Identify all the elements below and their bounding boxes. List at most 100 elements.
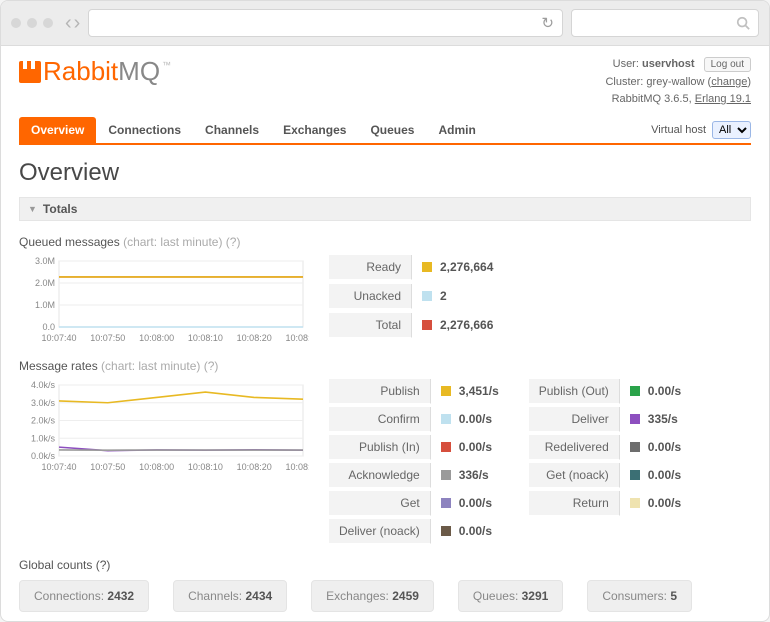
legend-value: 0.00/s [619,491,691,516]
svg-text:0.0: 0.0 [42,322,55,332]
swatch-icon [630,414,640,424]
count-box[interactable]: Consumers: 5 [587,580,692,612]
logo-icon [19,61,41,83]
collapse-icon: ▼ [28,204,37,214]
legend-value: 0.00/s [619,463,691,488]
dot-icon [27,18,37,28]
legend-key: Acknowledge [329,463,430,488]
legend-value: 0.00/s [619,435,691,460]
main-tabs: Overview Connections Channels Exchanges … [19,117,751,145]
user-name: uservhost [642,58,695,70]
cluster-label: Cluster [605,76,640,88]
url-bar[interactable]: ↻ [88,9,563,37]
page-body: RabbitMQ ™ User: uservhost Log out Clust… [1,46,769,621]
vhost-select[interactable]: All [712,121,751,139]
tab-channels[interactable]: Channels [193,117,271,143]
rates-chart: 0.0k/s1.0k/s2.0k/s3.0k/s4.0k/s10:07:4010… [19,379,309,474]
logo[interactable]: RabbitMQ ™ [19,56,171,87]
legend-key: Get (noack) [529,463,619,488]
legend-key: Unacked [329,284,411,309]
legend-key: Publish [329,379,430,404]
logo-text: RabbitMQ [43,56,160,87]
global-counts-label: Global counts (?) [19,558,751,572]
tab-exchanges[interactable]: Exchanges [271,117,358,143]
svg-text:10:08:10: 10:08:10 [188,462,223,472]
swatch-icon [630,386,640,396]
svg-text:10:07:40: 10:07:40 [41,333,76,343]
svg-text:3.0M: 3.0M [35,256,55,266]
swatch-icon [630,470,640,480]
erlang-version-link[interactable]: Erlang 19.1 [695,93,751,105]
legend-key: Ready [329,255,411,280]
browser-chrome: ‹ › ↻ [1,1,769,46]
nav-arrows: ‹ › [65,13,80,33]
dot-icon [43,18,53,28]
reload-icon[interactable]: ↻ [541,14,554,32]
legend-key: Deliver [529,407,619,432]
legend-key: Get [329,491,430,516]
legend-key: Publish (Out) [529,379,619,404]
legend-key: Publish (In) [329,435,430,460]
queued-chart: 0.01.0M2.0M3.0M10:07:4010:07:5010:08:001… [19,255,309,345]
page-title: Overview [19,159,751,187]
browser-search[interactable] [571,9,759,37]
svg-text:10:08:00: 10:08:00 [139,462,174,472]
cluster-name: grey-wallow [646,76,704,88]
legend-value: 0.00/s [619,379,691,404]
cluster-change-link[interactable]: change [711,76,747,88]
legend-key: Deliver (noack) [329,519,430,544]
svg-text:10:08:00: 10:08:00 [139,333,174,343]
rates-legend-1: Publish3,451/sConfirm0.00/sPublish (In)0… [329,379,509,544]
swatch-icon [441,442,451,452]
swatch-icon [630,442,640,452]
swatch-icon [441,470,451,480]
logout-button[interactable]: Log out [704,57,751,72]
svg-text:10:08:30: 10:08:30 [285,333,309,343]
swatch-icon [441,498,451,508]
forward-icon[interactable]: › [74,13,81,33]
vhost-label: Virtual host [651,124,706,136]
back-icon[interactable]: ‹ [65,13,72,33]
svg-text:10:08:20: 10:08:20 [237,333,272,343]
count-box[interactable]: Queues: 3291 [458,580,563,612]
svg-text:10:07:50: 10:07:50 [90,462,125,472]
count-box[interactable]: Channels: 2434 [173,580,287,612]
swatch-icon [630,498,640,508]
svg-text:0.0k/s: 0.0k/s [31,451,56,461]
legend-value: 336/s [430,463,509,488]
legend-value: 3,451/s [430,379,509,404]
tab-connections[interactable]: Connections [96,117,193,143]
rabbitmq-version: RabbitMQ 3.6.5 [612,93,689,105]
tab-admin[interactable]: Admin [426,117,487,143]
section-title: Totals [43,202,77,216]
rates-legend-2: Publish (Out)0.00/sDeliver335/sRedeliver… [529,379,691,516]
legend-key: Return [529,491,619,516]
count-box[interactable]: Connections: 2432 [19,580,149,612]
legend-value: 0.00/s [430,407,509,432]
svg-text:3.0k/s: 3.0k/s [31,398,56,408]
swatch-icon [441,386,451,396]
count-box[interactable]: Exchanges: 2459 [311,580,434,612]
swatch-icon [441,526,451,536]
legend-value: 2,276,664 [411,255,503,280]
swatch-icon [422,291,432,301]
user-block: User: uservhost Log out Cluster: grey-wa… [605,56,751,109]
tab-overview[interactable]: Overview [19,117,96,143]
svg-text:10:07:40: 10:07:40 [41,462,76,472]
queued-label: Queued messages (chart: last minute) (?) [19,235,751,249]
svg-text:10:08:10: 10:08:10 [188,333,223,343]
global-counts-row: Connections: 2432 Channels: 2434 Exchanges… [19,580,751,612]
svg-text:1.0k/s: 1.0k/s [31,433,56,443]
legend-value: 2 [411,284,503,309]
svg-text:10:07:50: 10:07:50 [90,333,125,343]
svg-text:10:08:30: 10:08:30 [285,462,309,472]
section-totals-header[interactable]: ▼ Totals [19,197,751,221]
swatch-icon [422,320,432,330]
virtual-host-selector: Virtual host All [651,121,751,139]
legend-value: 0.00/s [430,519,509,544]
window-controls[interactable] [11,18,53,28]
tab-queues[interactable]: Queues [358,117,426,143]
svg-text:2.0M: 2.0M [35,278,55,288]
legend-key: Redelivered [529,435,619,460]
legend-key: Confirm [329,407,430,432]
